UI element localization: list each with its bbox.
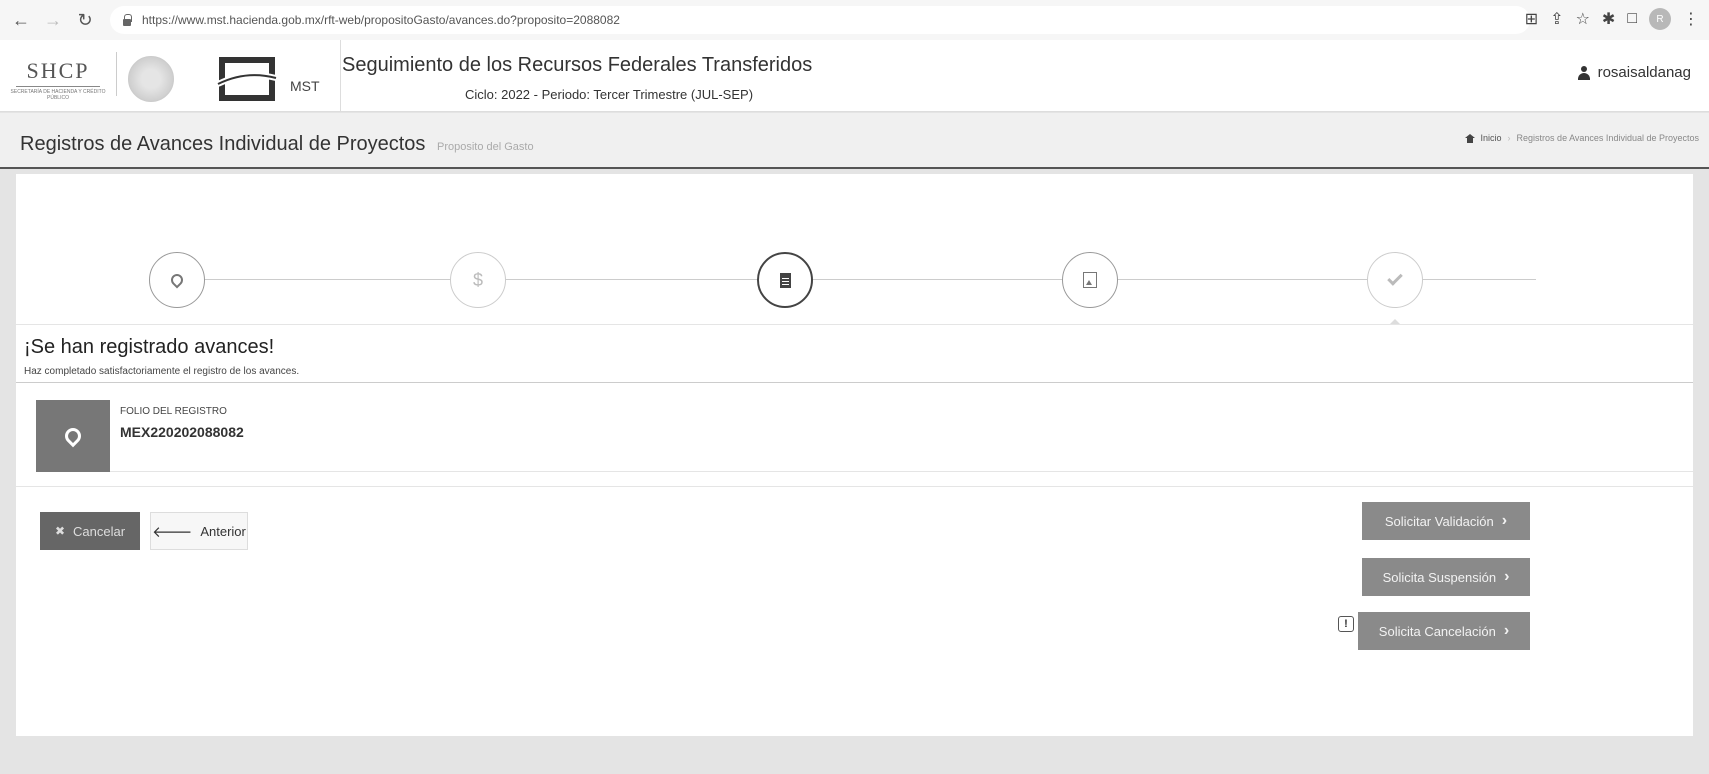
header-divider (340, 40, 341, 112)
folio-icon-box (36, 400, 110, 472)
previous-button[interactable]: 🡐 Anterior (150, 512, 248, 550)
window-icon[interactable]: □ (1627, 10, 1637, 28)
page-subtitle: Proposito del Gasto (436, 141, 534, 153)
image-icon (1083, 272, 1097, 288)
chevron-right-icon: › (1503, 622, 1510, 639)
chevron-right-icon: › (1501, 512, 1508, 529)
request-cancellation-label: Solicita Cancelación (1378, 623, 1496, 639)
breadcrumb: Inicio › Registros de Avances Individual… (1464, 133, 1699, 143)
divider (16, 382, 1693, 383)
user-icon (1577, 65, 1590, 80)
success-message: Haz completado satisfactoriamente el reg… (24, 366, 300, 377)
request-validation-label: Solicitar Validación (1384, 513, 1494, 529)
previous-button-label: Anterior (200, 523, 246, 539)
app-header: SHCP SECRETARÍA DE HACIENDA Y CRÉDITO PÚ… (0, 40, 1709, 112)
success-heading: ¡Se han registrado avances! (24, 336, 275, 358)
mst-label: MST (290, 78, 320, 94)
shcp-logo: SHCP SECRETARÍA DE HACIENDA Y CRÉDITO PÚ… (10, 58, 106, 101)
breadcrumb-current: Registros de Avances Individual de Proye… (1516, 133, 1699, 143)
browser-actions: ⊞ ⇪ ☆ ✱ □ R ⋮ (1525, 8, 1699, 30)
folio-label: FOLIO DEL REGISTRO (120, 406, 227, 417)
info-icon[interactable]: ! (1338, 616, 1354, 632)
request-cancellation-button[interactable]: Solicita Cancelación › (1358, 612, 1530, 650)
divider (16, 486, 1693, 487)
browser-toolbar: ← → ↻ https://www.mst.hacienda.gob.mx/rf… (0, 0, 1709, 40)
user-menu[interactable]: rosaisaldanag (1577, 64, 1691, 81)
forward-icon[interactable]: → (40, 7, 66, 33)
wizard-progress-line (191, 279, 1536, 280)
national-seal-icon (128, 56, 174, 102)
breadcrumb-home[interactable]: Inicio (1481, 133, 1502, 143)
page-title-text: Registros de Avances Individual de Proye… (20, 133, 426, 155)
request-validation-button[interactable]: Solicitar Validación › (1362, 502, 1530, 540)
reload-icon[interactable]: ↻ (72, 7, 98, 33)
divider (16, 324, 1693, 325)
wizard-step-finish[interactable] (1367, 252, 1423, 308)
map-marker-icon (168, 271, 186, 289)
close-icon: ✖ (54, 524, 66, 538)
lock-icon (122, 14, 132, 26)
home-icon (1464, 133, 1475, 143)
cancel-button-label: Cancelar (73, 523, 126, 539)
browser-nav: ← → ↻ (8, 7, 98, 33)
breadcrumb-separator: › (1507, 133, 1511, 143)
folio-value: MEX220202088082 (120, 424, 244, 440)
wizard-step-document[interactable] (757, 252, 813, 308)
page-title-bar: Registros de Avances Individual de Proye… (0, 113, 1709, 169)
document-icon (779, 272, 791, 288)
username: rosaisaldanag (1597, 64, 1691, 81)
check-icon (1387, 270, 1403, 286)
system-title: Seguimiento de los Recursos Federales Tr… (342, 54, 813, 76)
map-marker-icon (61, 424, 85, 448)
cycle-period: Ciclo: 2022 - Periodo: Tercer Trimestre … (465, 87, 754, 102)
wizard-step-budget[interactable]: $ (450, 252, 506, 308)
main-panel: $ ¡Se han registrado avances! Haz comple… (16, 174, 1693, 736)
dollar-icon: $ (472, 269, 483, 290)
menu-icon[interactable]: ⋮ (1683, 9, 1699, 29)
shcp-logo-text: SHCP (26, 58, 90, 83)
folio-card: FOLIO DEL REGISTRO MEX220202088082 (36, 400, 1693, 472)
chevron-right-icon: › (1504, 568, 1510, 585)
wizard-step-location[interactable] (149, 252, 205, 308)
profile-avatar[interactable]: R (1649, 8, 1671, 30)
arrow-left-icon: 🡐 (152, 523, 193, 541)
request-suspension-label: Solicita Suspensión (1382, 569, 1497, 585)
mst-logo-icon (216, 57, 277, 101)
request-suspension-button[interactable]: Solicita Suspensión › (1362, 558, 1530, 596)
address-bar[interactable]: https://www.mst.hacienda.gob.mx/rft-web/… (110, 6, 1530, 34)
bookmark-star-icon[interactable]: ☆ (1576, 9, 1590, 29)
share-icon[interactable]: ⇪ (1550, 9, 1563, 29)
page-title: Registros de Avances Individual de Proye… (20, 133, 534, 156)
wizard-step-image[interactable] (1062, 252, 1118, 308)
url-text: https://www.mst.hacienda.gob.mx/rft-web/… (142, 13, 620, 27)
translate-icon[interactable]: ⊞ (1525, 9, 1538, 29)
logo-divider (116, 52, 117, 96)
cancel-button[interactable]: ✖ Cancelar (40, 512, 140, 550)
back-icon[interactable]: ← (8, 7, 34, 33)
shcp-logo-subtext: SECRETARÍA DE HACIENDA Y CRÉDITO PÚBLICO (10, 89, 106, 101)
extensions-icon[interactable]: ✱ (1602, 9, 1615, 29)
